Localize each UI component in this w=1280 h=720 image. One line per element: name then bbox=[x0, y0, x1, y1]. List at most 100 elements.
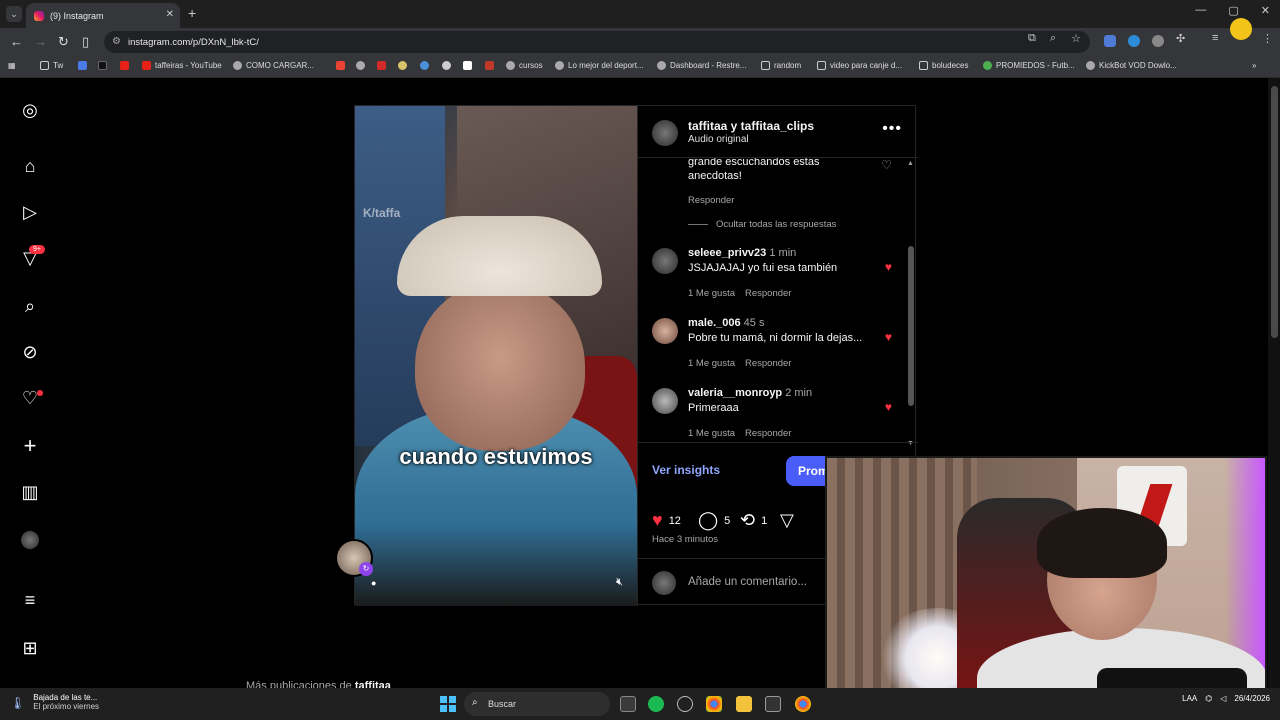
post-authors[interactable]: taffitaa y taffitaa_clips bbox=[688, 119, 814, 133]
bookmark-item[interactable]: Lo mejor del deport... bbox=[555, 61, 644, 70]
spotify-icon[interactable] bbox=[648, 696, 664, 712]
forward-button[interactable]: → bbox=[34, 34, 47, 49]
bookmark-folder[interactable]: random bbox=[761, 61, 801, 70]
mute-icon[interactable]: 🔇︎ bbox=[616, 576, 623, 589]
bookmark-item[interactable] bbox=[442, 61, 451, 70]
reply-button[interactable]: Responder bbox=[745, 288, 791, 299]
more-bookmarks-icon[interactable]: » bbox=[1252, 61, 1256, 70]
minimize-button[interactable]: — bbox=[1195, 4, 1206, 17]
browser-tab[interactable]: (9) Instagram ✕ bbox=[26, 3, 180, 28]
translate-extension-icon[interactable] bbox=[1104, 35, 1116, 47]
apps-grid-icon[interactable]: ▦ bbox=[8, 61, 16, 70]
bookmark-item[interactable] bbox=[78, 61, 87, 70]
profile-avatar[interactable] bbox=[18, 528, 42, 552]
extension-icon[interactable] bbox=[1128, 35, 1140, 47]
scrollbar-thumb[interactable] bbox=[908, 246, 914, 406]
reels-icon[interactable]: ▷ bbox=[18, 200, 42, 224]
scrollbar-thumb[interactable] bbox=[1271, 86, 1278, 338]
page-scrollbar[interactable] bbox=[1268, 78, 1280, 688]
bookmark-item[interactable] bbox=[377, 61, 386, 70]
browser-menu-icon[interactable]: ⋮ bbox=[1262, 32, 1273, 45]
language-indicator[interactable]: LAA bbox=[1182, 694, 1197, 703]
extensions-puzzle-icon[interactable]: ✣ bbox=[1176, 32, 1185, 45]
close-tab-icon[interactable]: ✕ bbox=[166, 9, 174, 20]
volume-icon[interactable]: ◁ bbox=[1220, 694, 1226, 703]
bookmark-item[interactable] bbox=[485, 61, 494, 70]
bookmark-item[interactable] bbox=[336, 61, 345, 70]
file-explorer-icon[interactable] bbox=[736, 696, 752, 712]
reel-video[interactable]: K/taffa cuando estuvimos ● 🔇︎ bbox=[355, 106, 637, 606]
bookmark-star-icon[interactable]: ☆ bbox=[1071, 32, 1081, 45]
extension-icon[interactable] bbox=[1152, 35, 1164, 47]
close-window-button[interactable]: ✕ bbox=[1261, 4, 1270, 17]
bookmark-folder[interactable]: video para canje d... bbox=[817, 61, 902, 70]
weather-widget[interactable]: 🌡︎ Bajada de las te... El próximo vierne… bbox=[10, 693, 99, 711]
commenter-avatar[interactable] bbox=[652, 248, 678, 274]
store-icon[interactable] bbox=[765, 696, 781, 712]
hide-replies-button[interactable]: Ocultar todas las respuestas bbox=[716, 219, 836, 230]
author-avatar[interactable] bbox=[652, 120, 678, 146]
comment-action[interactable]: ◯ 5 bbox=[698, 510, 730, 531]
scroll-up-icon[interactable]: ▲ bbox=[907, 160, 914, 167]
chrome-icon[interactable] bbox=[795, 696, 811, 712]
bookmark-item[interactable] bbox=[98, 61, 107, 70]
home-icon[interactable]: ⌂ bbox=[18, 154, 42, 178]
bookmark-item[interactable]: taffeiras - YouTube bbox=[142, 61, 222, 70]
liked-heart-icon[interactable]: ♥ bbox=[885, 260, 892, 274]
dashboard-icon[interactable]: ▥ bbox=[18, 480, 42, 504]
bookmark-item[interactable]: Tw bbox=[40, 61, 63, 70]
reload-button[interactable]: ↻ bbox=[58, 34, 69, 50]
bookmark-item[interactable]: cursos bbox=[506, 61, 543, 70]
app-icon[interactable] bbox=[677, 696, 693, 712]
more-menu-icon[interactable]: ≡ bbox=[18, 588, 42, 612]
site-info-icon[interactable]: ⚙ bbox=[112, 36, 121, 47]
network-icon[interactable]: ⌬ bbox=[1205, 694, 1212, 703]
bookmark-item[interactable]: COMO CARGAR... bbox=[233, 61, 314, 70]
comment-username[interactable]: seleee_privv23 bbox=[688, 247, 766, 259]
comment-input[interactable]: Añade un comentario... bbox=[688, 576, 807, 588]
comment-username[interactable]: male._006 bbox=[688, 317, 741, 329]
chrome-icon[interactable] bbox=[706, 696, 722, 712]
create-icon[interactable]: + bbox=[18, 433, 42, 458]
more-options-button[interactable]: ••• bbox=[882, 120, 902, 138]
downloads-icon[interactable]: ≡ bbox=[1212, 32, 1218, 44]
task-view-icon[interactable] bbox=[620, 696, 636, 712]
search-icon[interactable]: ⌕ bbox=[18, 294, 42, 318]
share-action[interactable]: ▽ bbox=[780, 510, 794, 531]
bookmark-item[interactable]: Dashboard - Restre... bbox=[657, 61, 746, 70]
comment-likes[interactable]: 1 Me gusta bbox=[688, 358, 735, 369]
sidepanel-icon[interactable]: ▯ bbox=[82, 34, 89, 50]
liked-heart-icon[interactable]: ♥ bbox=[885, 400, 892, 414]
commenter-avatar[interactable] bbox=[652, 318, 678, 344]
zoom-icon[interactable]: ⌕ bbox=[1050, 32, 1056, 45]
audio-link[interactable]: Audio original bbox=[688, 134, 749, 145]
reply-button[interactable]: Responder bbox=[745, 358, 791, 369]
tab-search-button[interactable]: ⌄ bbox=[6, 6, 22, 22]
address-bar[interactable]: ⚙ instagram.com/p/DXnN_lbk-tC/ bbox=[104, 31, 1090, 53]
install-app-icon[interactable]: ⧉ bbox=[1028, 32, 1036, 45]
bookmark-item[interactable] bbox=[398, 61, 407, 70]
comment-likes[interactable]: 1 Me gusta bbox=[688, 288, 735, 299]
bookmark-item[interactable] bbox=[463, 61, 472, 70]
view-insights-link[interactable]: Ver insights bbox=[652, 463, 720, 477]
reply-button[interactable]: Responder bbox=[688, 195, 734, 206]
bookmark-folder[interactable]: boludeces bbox=[919, 61, 968, 70]
like-comment-icon[interactable]: ♡ bbox=[881, 158, 892, 172]
instagram-logo-icon[interactable]: ◎ bbox=[18, 98, 42, 122]
repost-action[interactable]: ⟲ 1 bbox=[740, 510, 767, 531]
clock-date[interactable]: 26/4/2026 bbox=[1234, 694, 1270, 703]
bookmark-item[interactable]: KickBot VOD Dowlo... bbox=[1086, 61, 1177, 70]
also-from-meta-icon[interactable]: ⊞ bbox=[18, 636, 42, 660]
bookmark-item[interactable] bbox=[356, 61, 365, 70]
explore-icon[interactable]: ⊘ bbox=[18, 340, 42, 364]
new-tab-button[interactable]: + bbox=[188, 5, 196, 21]
back-button[interactable]: ← bbox=[10, 34, 23, 49]
comment-likes[interactable]: 1 Me gusta bbox=[688, 428, 735, 439]
tagged-users-icon[interactable]: ● bbox=[371, 578, 376, 588]
reply-button[interactable]: Responder bbox=[745, 428, 791, 439]
start-button[interactable] bbox=[440, 696, 456, 712]
comment-username[interactable]: valeria__monroyp bbox=[688, 387, 782, 399]
maximize-button[interactable]: ▢ bbox=[1228, 4, 1238, 17]
taskbar-search[interactable]: ⌕ Buscar bbox=[464, 692, 610, 716]
bookmark-item[interactable]: PROMIEDOS - Futb... bbox=[983, 61, 1075, 70]
